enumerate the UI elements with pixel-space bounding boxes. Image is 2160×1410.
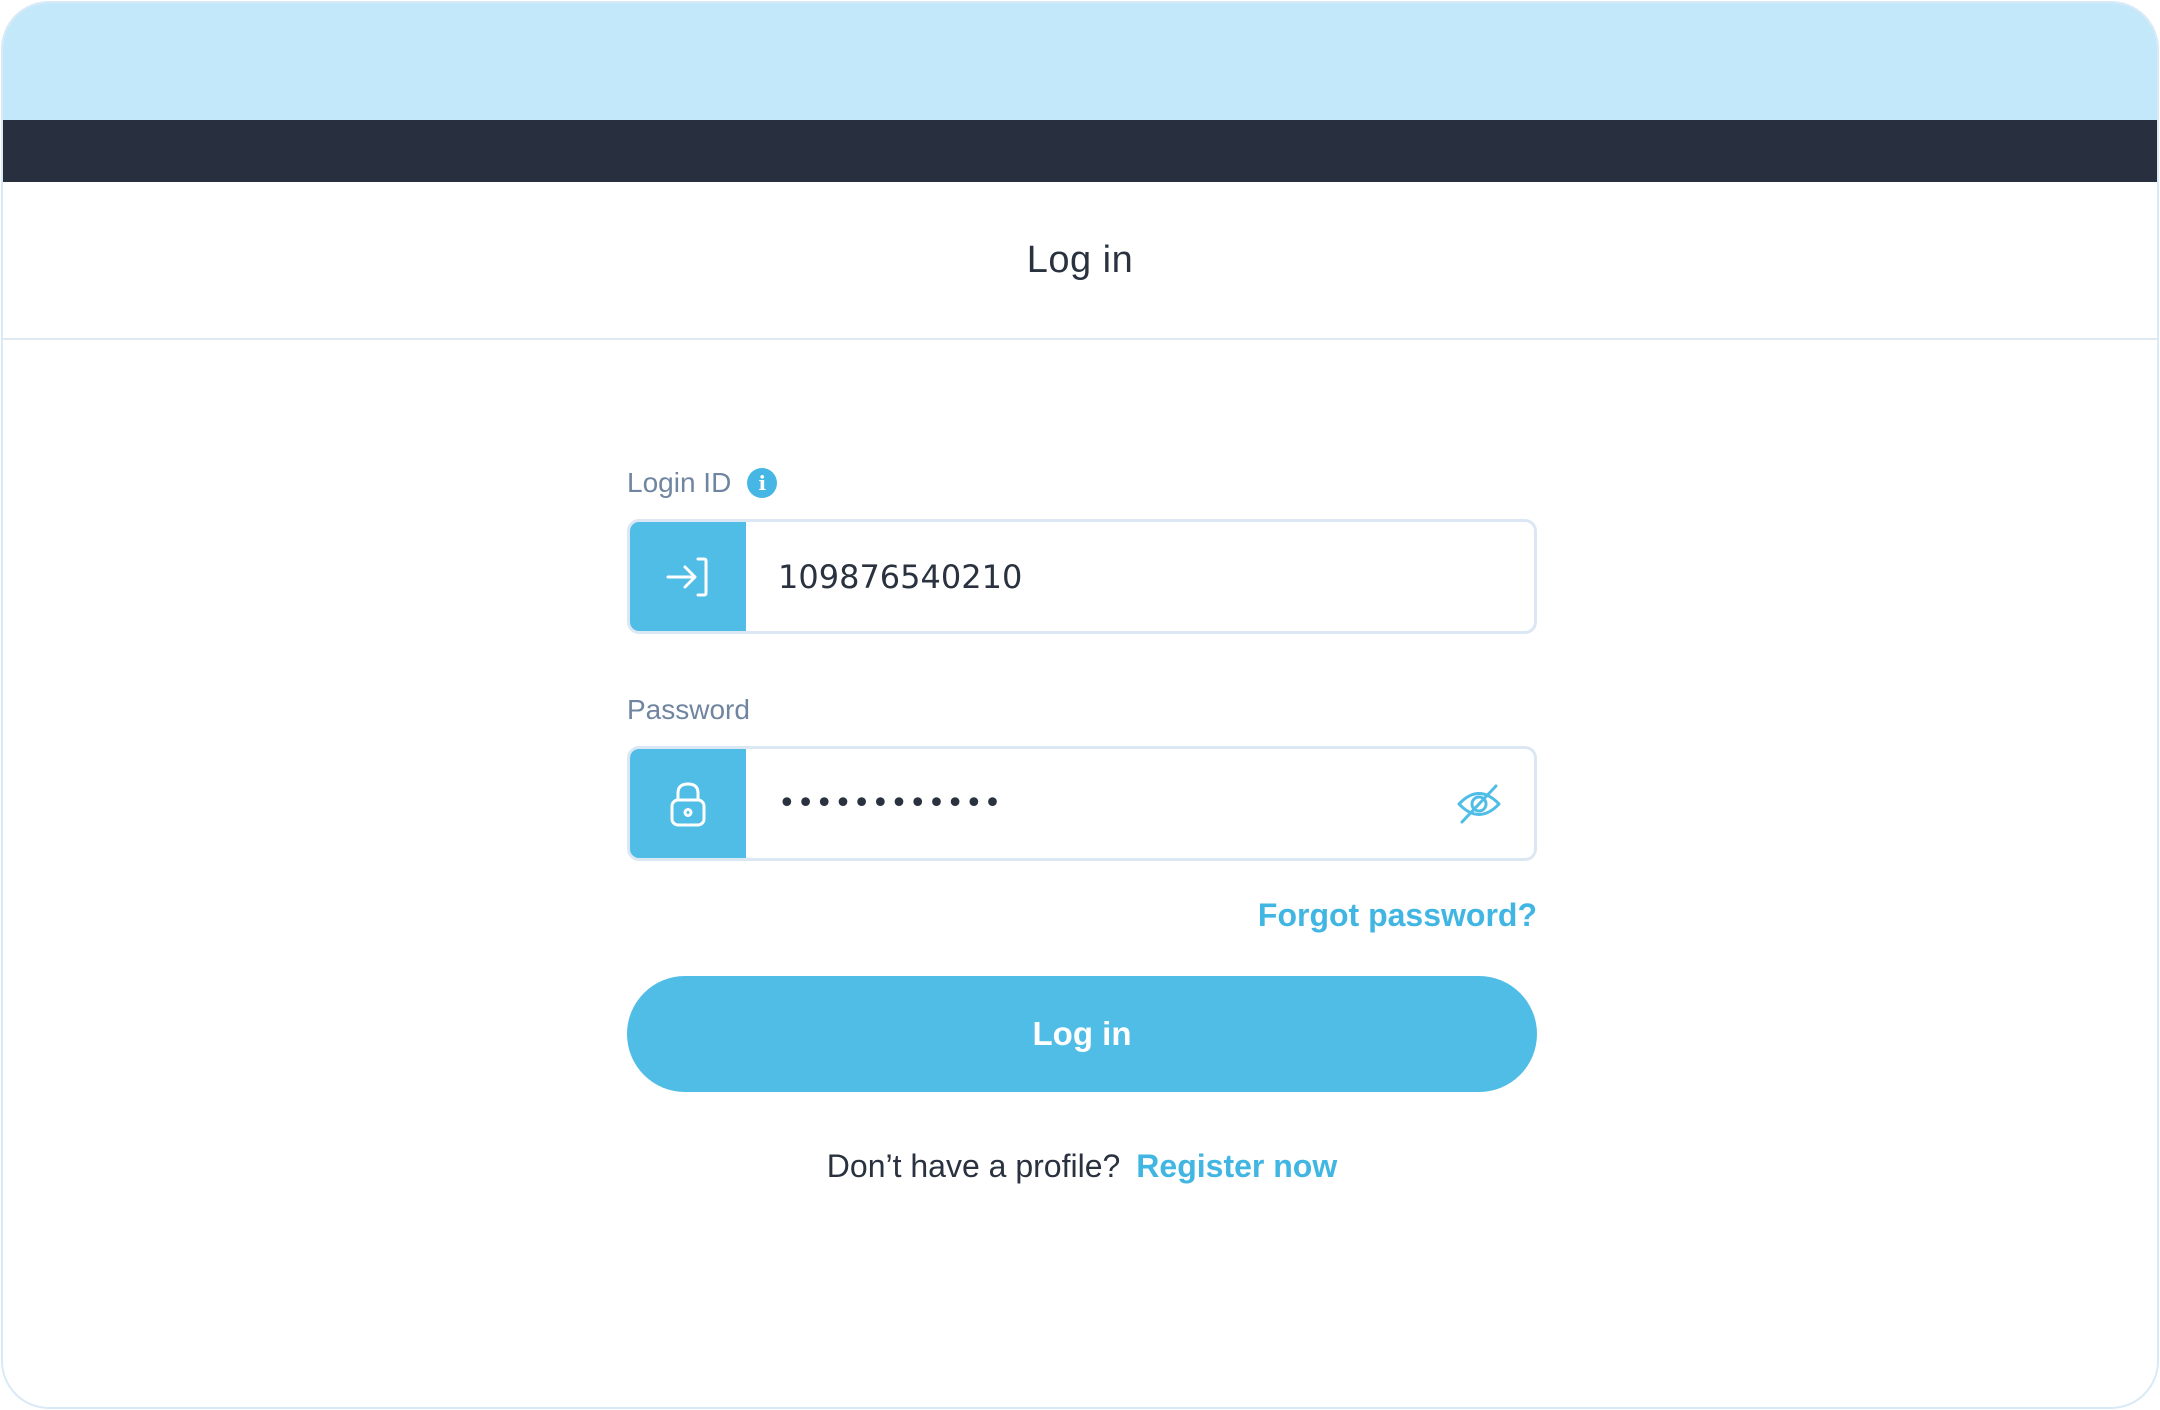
login-id-label-row: Login ID i <box>627 463 1537 503</box>
password-label-row: Password <box>627 690 1537 730</box>
register-link[interactable]: Register now <box>1136 1148 1337 1185</box>
lock-icon <box>630 749 746 858</box>
page-header: Log in <box>3 182 2157 340</box>
forgot-password-row: Forgot password? <box>627 897 1537 934</box>
top-banner <box>3 3 2157 120</box>
page-title: Log in <box>1026 238 1134 281</box>
login-id-field <box>627 519 1537 634</box>
navigation-bar <box>3 120 2157 182</box>
forgot-password-link[interactable]: Forgot password? <box>1258 897 1537 934</box>
login-form: Login ID i Password <box>627 463 1537 1185</box>
register-prompt: Don’t have a profile? <box>826 1148 1121 1184</box>
password-label: Password <box>627 694 750 725</box>
info-icon[interactable]: i <box>747 468 778 498</box>
register-row: Don’t have a profile? Register now <box>627 1148 1537 1185</box>
app-window: Log in Login ID i Password <box>1 1 2159 1409</box>
login-id-label: Login ID <box>627 467 732 498</box>
login-arrow-icon <box>630 522 746 631</box>
login-id-input[interactable] <box>746 522 1534 631</box>
login-button[interactable]: Log in <box>627 976 1537 1092</box>
eye-slash-icon[interactable] <box>1424 749 1534 858</box>
password-field <box>627 746 1537 861</box>
password-input[interactable] <box>746 749 1424 858</box>
